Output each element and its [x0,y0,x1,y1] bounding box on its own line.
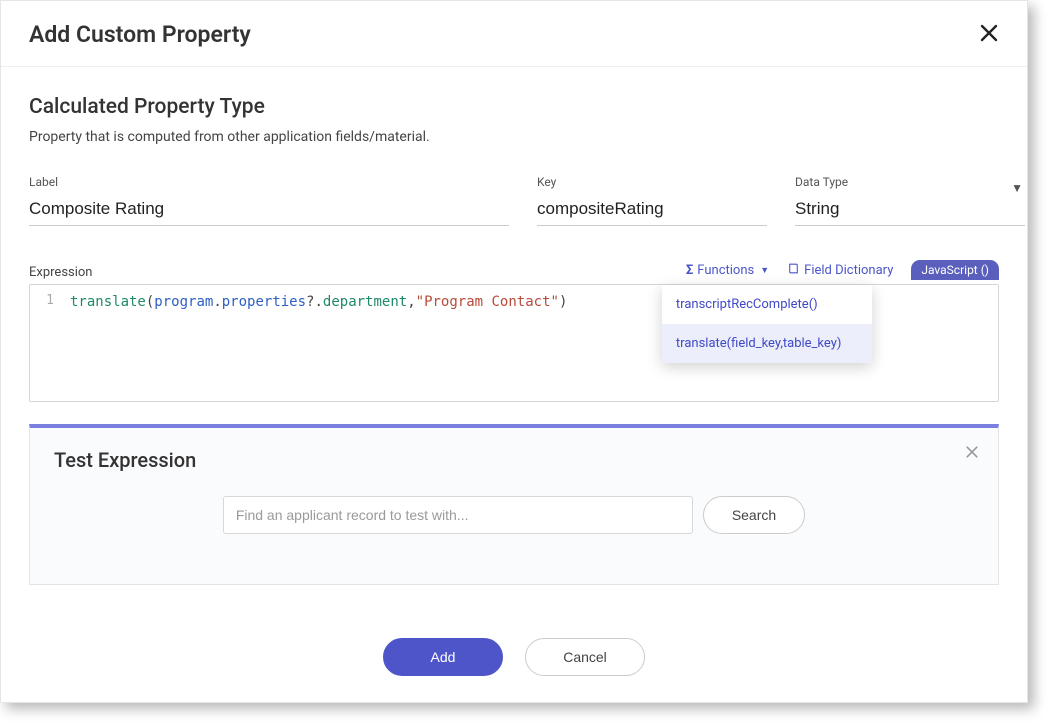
cancel-button[interactable]: Cancel [525,638,645,676]
test-controls: Search [54,496,974,534]
code-token: translate [70,294,146,310]
test-expression-title: Test Expression [54,448,974,472]
modal-title: Add Custom Property [29,21,251,48]
functions-dropdown: transcriptRecComplete() translate(field_… [662,285,872,363]
functions-label: Functions [697,263,754,278]
test-search-input[interactable] [223,496,693,534]
datatype-select[interactable] [795,195,1025,226]
modal-footer: Add Cancel [1,624,1027,702]
dropdown-item-transcript[interactable]: transcriptRecComplete() [662,285,872,324]
section-title: Calculated Property Type [29,95,999,119]
functions-dropdown-trigger[interactable]: Σ Functions ▼ transcriptRecComplete() tr… [686,263,769,278]
javascript-label: JavaScript () [921,263,989,277]
field-dictionary-link[interactable]: Field Dictionary [787,262,893,279]
code-token: ?. [306,294,323,310]
section-description: Property that is computed from other app… [29,129,999,145]
chevron-down-icon: ▼ [760,265,769,276]
line-number: 1 [46,293,54,308]
key-input[interactable] [537,195,767,226]
expression-toolbar: Expression Σ Functions ▼ transcriptRecCo… [29,260,999,280]
field-dictionary-label: Field Dictionary [804,263,893,278]
key-field-label: Key [537,175,767,189]
code-token: properties [222,294,306,310]
label-field-group: Label [29,175,509,226]
code-token: , [407,294,415,310]
code-token: department [323,294,407,310]
javascript-badge[interactable]: JavaScript () [911,260,999,280]
code-content: translate(program.properties?.department… [62,285,575,401]
code-token: "Program Contact" [416,294,559,310]
key-field-group: Key [537,175,767,226]
modal-body: Calculated Property Type Property that i… [1,67,1027,624]
test-expression-panel: Test Expression Search [29,424,999,585]
book-icon [787,262,800,279]
datatype-field-group: Data Type ▼ [795,175,1025,226]
code-token: program [154,294,213,310]
modal-header: Add Custom Property [1,1,1027,67]
sigma-icon: Σ [686,263,693,278]
label-field-label: Label [29,175,509,189]
test-search-button[interactable]: Search [703,496,805,534]
add-custom-property-modal: Add Custom Property Calculated Property … [0,0,1028,703]
close-icon[interactable] [979,22,999,48]
label-input[interactable] [29,195,509,226]
code-token: . [213,294,221,310]
add-button[interactable]: Add [383,638,503,676]
dropdown-item-translate[interactable]: translate(field_key,table_key) [662,324,872,363]
expression-label: Expression [29,265,93,280]
expression-tools: Σ Functions ▼ transcriptRecComplete() tr… [686,260,999,280]
field-row: Label Key Data Type ▼ [29,175,999,226]
code-gutter: 1 [30,285,62,401]
code-token: ) [559,294,567,310]
datatype-field-label: Data Type [795,175,1025,189]
test-close-icon[interactable] [964,444,980,465]
